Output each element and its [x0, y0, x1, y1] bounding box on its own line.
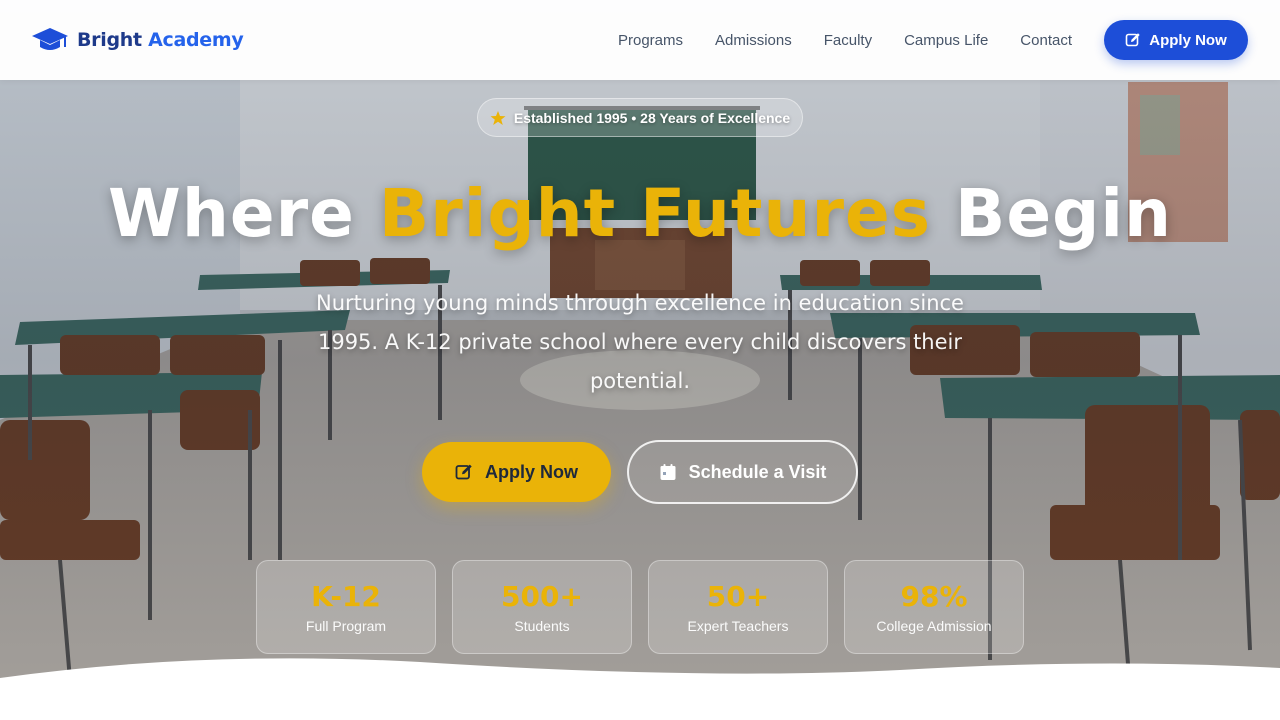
stat-label: College Admission — [876, 618, 992, 634]
nav-link-faculty[interactable]: Faculty — [824, 32, 872, 49]
calendar-icon — [660, 464, 676, 480]
hero-bottom-wave — [0, 658, 1280, 720]
stat-value: 500+ — [501, 580, 583, 613]
nav-link-admissions[interactable]: Admissions — [715, 32, 792, 49]
hero-apply-now-label: Apply Now — [485, 461, 578, 482]
main-nav: Programs Admissions Faculty Campus Life … — [618, 0, 1072, 80]
hero-apply-now-button[interactable]: Apply Now — [422, 442, 611, 502]
headline-highlight: Bright Futures — [378, 175, 932, 252]
nav-link-programs[interactable]: Programs — [618, 32, 683, 49]
stat-value: 50+ — [706, 580, 770, 613]
brand-name-part1: Bright — [77, 29, 142, 51]
badge-text: Established 1995 • 28 Years of Excellenc… — [513, 109, 791, 126]
nav-apply-now-label: Apply Now — [1149, 31, 1227, 49]
hero-subtext: Nurturing young minds through excellence… — [316, 291, 964, 393]
stat-label: Students — [514, 618, 570, 634]
star-icon — [490, 110, 506, 125]
edit-icon — [1125, 33, 1140, 47]
brand-name-part2: Academy — [148, 29, 244, 51]
hero-headline: Where Bright Futures Begin — [0, 175, 1280, 252]
graduation-cap-icon — [32, 28, 68, 50]
nav-link-contact[interactable]: Contact — [1020, 32, 1072, 49]
stat-value: 98% — [900, 580, 968, 613]
nav-link-campus-life[interactable]: Campus Life — [904, 32, 988, 49]
top-navbar: Bright Academy Programs Admissions Facul… — [0, 0, 1280, 80]
schedule-visit-label: Schedule a Visit — [688, 461, 827, 482]
headline-end: Begin — [931, 175, 1172, 252]
stat-label: Expert Teachers — [687, 618, 789, 634]
headline-start: Where — [108, 175, 379, 252]
stat-value: K-12 — [311, 580, 381, 613]
stat-label: Full Program — [305, 618, 387, 634]
edit-icon — [455, 464, 472, 480]
established-badge: Established 1995 • 28 Years of Excellenc… — [477, 98, 803, 137]
brand-logo[interactable]: Bright Academy — [31, 25, 244, 55]
nav-apply-now-button[interactable]: Apply Now — [1104, 20, 1248, 60]
brand-name: Bright Academy — [77, 29, 244, 51]
schedule-visit-button[interactable]: Schedule a Visit — [627, 440, 858, 504]
